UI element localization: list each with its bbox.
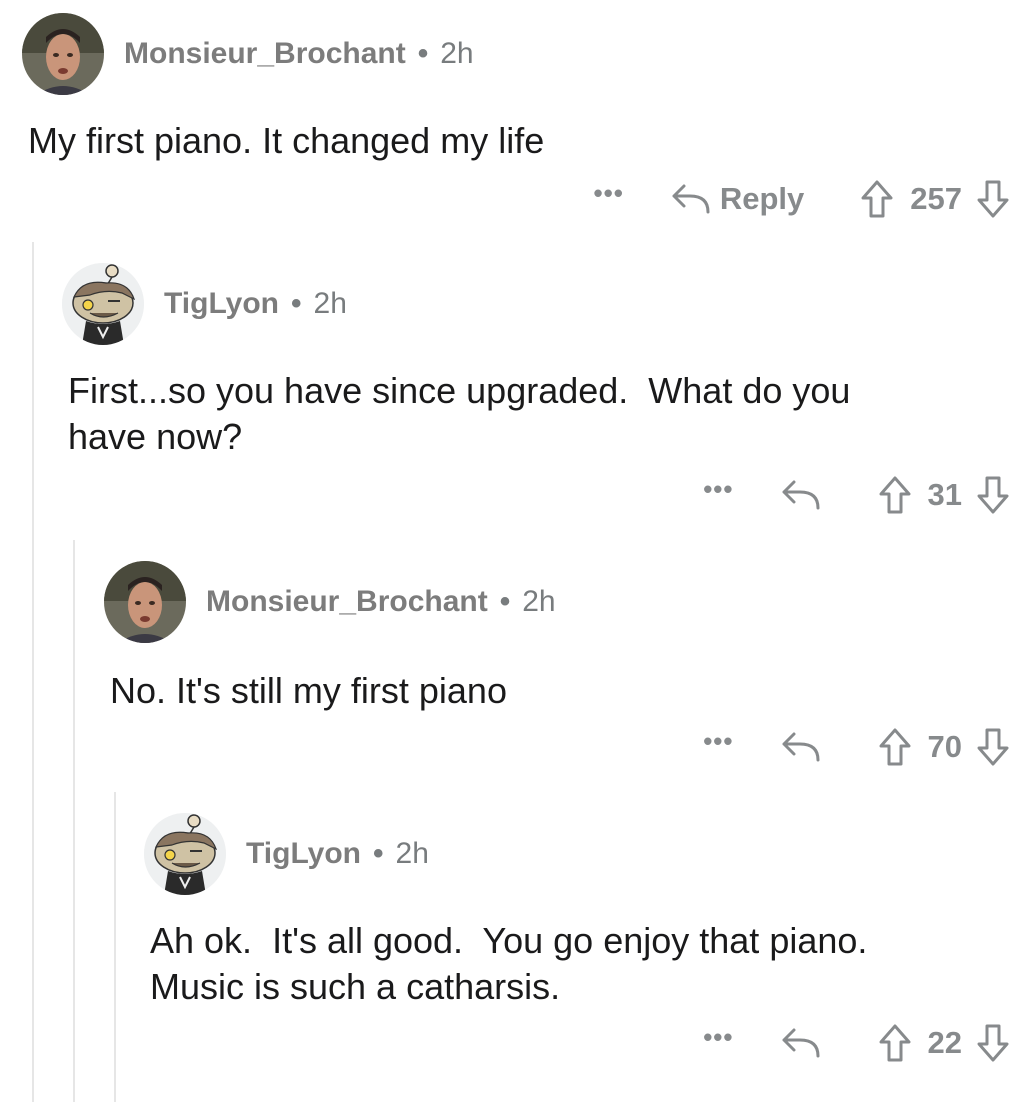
vote-controls: 70 (878, 727, 1010, 767)
reply-button[interactable] (778, 1026, 822, 1060)
thread-line-3[interactable] (114, 792, 116, 1102)
username[interactable]: TigLyon (164, 287, 279, 321)
upvote-icon[interactable] (878, 475, 912, 515)
comment-body: First...so you have since upgraded. What… (68, 370, 851, 457)
meta-separator: • (291, 287, 302, 320)
comment: Monsieur_Brochant • 2h No. It's still my… (104, 560, 1036, 780)
more-icon[interactable]: ••• (594, 178, 624, 209)
vote-score: 257 (910, 181, 962, 216)
avatar[interactable] (144, 813, 226, 895)
vote-controls: 31 (878, 475, 1010, 515)
comment-body: My first piano. It changed my life (28, 120, 545, 161)
comment-meta: Monsieur_Brochant • 2h (124, 37, 474, 71)
timestamp[interactable]: 2h (314, 287, 347, 321)
upvote-icon[interactable] (878, 1023, 912, 1063)
vote-controls: 22 (878, 1023, 1010, 1063)
reply-button[interactable]: Reply (668, 181, 804, 217)
comment-meta: TigLyon • 2h (164, 287, 347, 321)
comment-meta: Monsieur_Brochant • 2h (206, 585, 556, 619)
comment: TigLyon • 2h Ah ok. It's all good. You g… (144, 812, 1036, 1092)
man-face-avatar-icon (104, 561, 186, 643)
reply-icon (778, 730, 822, 764)
comment-header: TigLyon • 2h (144, 812, 429, 896)
meta-separator: • (373, 837, 384, 870)
comment-actions: ••• Reply 257 (594, 176, 1010, 222)
comment-header: Monsieur_Brochant • 2h (104, 560, 556, 644)
reply-icon (778, 1026, 822, 1060)
vote-controls: 257 (860, 179, 1010, 219)
comment-body: No. It's still my first piano (110, 670, 507, 711)
comment-body: Ah ok. It's all good. You go enjoy that … (150, 920, 868, 1007)
thread-line-1[interactable] (32, 242, 34, 1102)
comment-header: Monsieur_Brochant • 2h (22, 12, 474, 96)
upvote-icon[interactable] (860, 179, 894, 219)
downvote-icon[interactable] (976, 1023, 1010, 1063)
avatar[interactable] (104, 561, 186, 643)
man-face-avatar-icon (22, 13, 104, 95)
vote-score: 31 (927, 477, 962, 512)
thread-line-2[interactable] (73, 540, 75, 1102)
reply-button[interactable] (778, 730, 822, 764)
reply-label: Reply (719, 181, 805, 216)
snoo-avatar-icon (62, 263, 144, 345)
comment: TigLyon • 2h First...so you have since u… (62, 262, 1036, 532)
downvote-icon[interactable] (976, 179, 1010, 219)
meta-separator: • (417, 37, 429, 70)
downvote-icon[interactable] (976, 475, 1010, 515)
comment-actions: ••• 31 (703, 472, 1010, 518)
reply-button[interactable] (778, 478, 822, 512)
more-icon[interactable]: ••• (703, 726, 733, 757)
comment-actions: ••• 70 (703, 724, 1010, 770)
more-icon[interactable]: ••• (703, 1022, 733, 1053)
comment-meta: TigLyon • 2h (246, 837, 429, 871)
comment-actions: ••• 22 (703, 1020, 1010, 1066)
avatar[interactable] (62, 263, 144, 345)
timestamp[interactable]: 2h (522, 585, 555, 619)
avatar[interactable] (22, 13, 104, 95)
snoo-avatar-icon (144, 813, 226, 895)
comment: Monsieur_Brochant • 2h My first piano. I… (22, 12, 1036, 232)
username[interactable]: Monsieur_Brochant (124, 37, 406, 71)
upvote-icon[interactable] (878, 727, 912, 767)
reply-icon (778, 478, 822, 512)
vote-score: 22 (927, 1025, 962, 1060)
timestamp[interactable]: 2h (440, 37, 473, 71)
reply-icon (668, 182, 712, 216)
downvote-icon[interactable] (976, 727, 1010, 767)
username[interactable]: Monsieur_Brochant (206, 585, 488, 619)
more-icon[interactable]: ••• (703, 474, 733, 505)
username[interactable]: TigLyon (246, 837, 361, 871)
meta-separator: • (499, 585, 511, 618)
vote-score: 70 (927, 729, 962, 764)
timestamp[interactable]: 2h (396, 837, 429, 871)
comment-header: TigLyon • 2h (62, 262, 347, 346)
